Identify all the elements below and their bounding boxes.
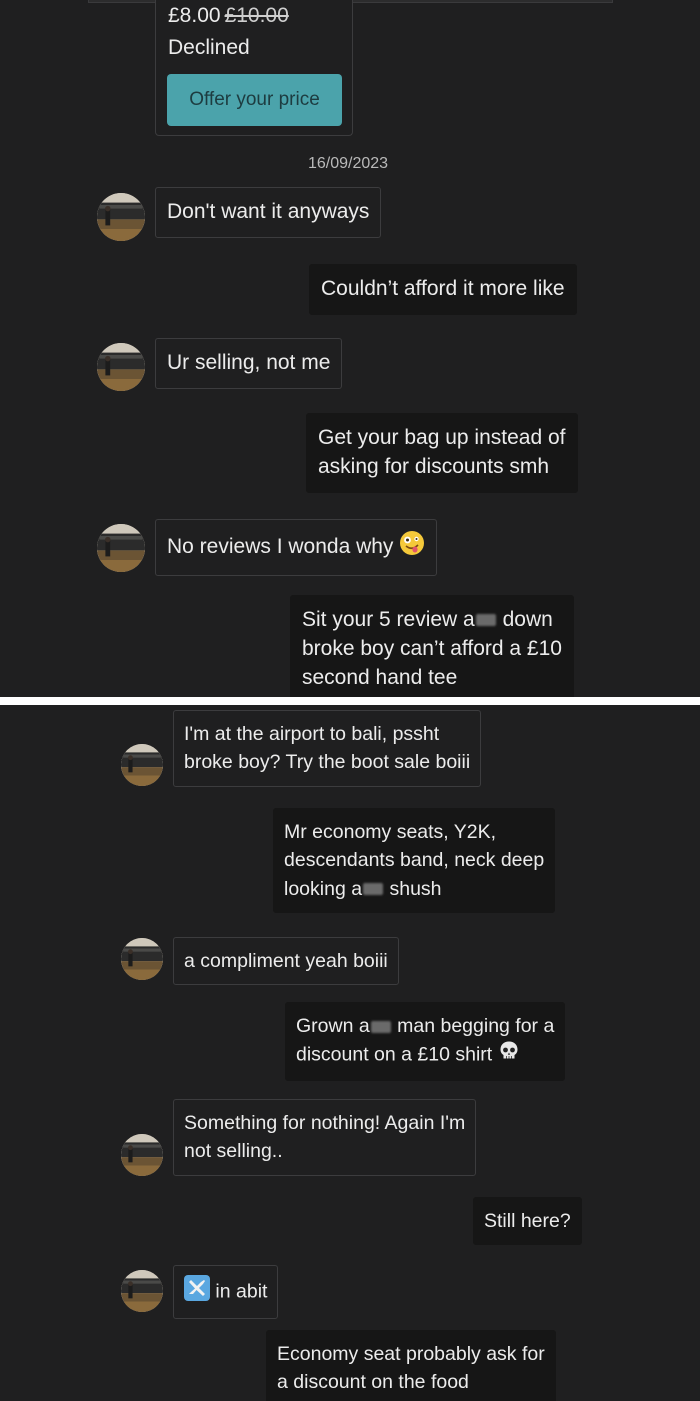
message-text-line: I'm at the airport to bali, pssht	[184, 723, 440, 745]
message-bubble-received: Something for nothing! Again I'm not sel…	[173, 1099, 477, 1176]
message-text-line: Something for nothing! Again I'm	[184, 1112, 466, 1134]
redaction-blur	[363, 883, 384, 896]
offer-price-new: £8.00	[168, 4, 221, 27]
message-text-line: Mr economy seats, Y2K,	[284, 821, 497, 843]
avatar[interactable]	[121, 1134, 163, 1176]
message-bubble-received: Don't want it anyways	[155, 187, 382, 238]
message-bubble-received: Ur selling, not me	[155, 338, 343, 389]
offer-price-old: £10.00	[224, 4, 289, 27]
chat-screenshot-bottom: I'm at the airport to bali, pssht broke …	[0, 705, 700, 1401]
message-text: No reviews I wonda why	[167, 535, 394, 559]
avatar-image	[121, 938, 163, 980]
message-text: in abit	[215, 1280, 268, 1303]
message-text-line: broke boy can’t afford a £10	[302, 636, 562, 660]
message-text-line: broke boy? Try the boot sale boiii	[184, 751, 471, 774]
avatar[interactable]	[97, 524, 145, 572]
skull-emoji-icon	[498, 1040, 520, 1070]
message-text-line: Economy seat probably ask for	[277, 1343, 545, 1365]
message-text-fragment: Sit your 5 review a	[302, 608, 475, 631]
message-text-fragment: looking a	[284, 877, 363, 900]
avatar[interactable]	[97, 343, 145, 391]
message-text-line: second hand tee	[302, 665, 458, 689]
message-text-fragment: discount on a £10 shirt	[296, 1043, 493, 1066]
chat-screenshot-top: £8.00 £10.00 Declined Offer your price 16…	[0, 0, 700, 697]
avatar-image	[97, 524, 145, 572]
message-text: a compliment yeah boiii	[184, 950, 388, 972]
avatar[interactable]	[97, 193, 145, 241]
message-text-line: asking for discounts smh	[318, 454, 550, 478]
offer-your-price-button[interactable]: Offer your price	[167, 74, 342, 126]
message-text: Don't want it anyways	[167, 200, 370, 223]
avatar[interactable]	[121, 744, 163, 786]
zany-face-emoji-icon	[399, 530, 425, 565]
offer-card: £8.00 £10.00 Declined Offer your price	[155, 0, 353, 136]
avatar-image	[97, 343, 145, 391]
message-text-line: descendants band, neck deep	[284, 849, 545, 872]
message-text: Ur selling, not me	[167, 351, 331, 374]
message-text-line: discount on a £10 shirt	[296, 1040, 554, 1070]
message-bubble-received: a compliment yeah boiii	[173, 937, 399, 986]
message-text-line: Get your bag up instead of	[318, 426, 566, 449]
avatar[interactable]	[121, 1270, 163, 1312]
message-bubble-received: No reviews I wonda why	[155, 519, 438, 576]
offer-price: £8.00 £10.00	[168, 4, 289, 28]
message-text-line: looking a shush	[284, 875, 544, 903]
message-bubble-sent: Mr economy seats, Y2K, descendants band,…	[273, 808, 556, 913]
message-bubble-sent: Grown a man begging for a discount on a …	[285, 1002, 566, 1081]
message-text-fragment: shush	[389, 877, 442, 900]
message-text-line: Sit your 5 review a down	[302, 606, 562, 635]
message-text: Couldn’t afford it more like	[321, 277, 565, 300]
avatar[interactable]	[121, 938, 163, 980]
message-text-fragment: man begging for a	[397, 1015, 555, 1037]
message-text-line: a discount on the food	[277, 1371, 469, 1394]
message-bubble-sent: Still here?	[473, 1197, 582, 1246]
message-bubble-sent: Couldn’t afford it more like	[309, 264, 577, 315]
message-text-line: Grown a man begging for a	[296, 1012, 554, 1040]
redaction-blur	[370, 1020, 391, 1033]
avatar-image	[97, 193, 145, 241]
avatar-image	[121, 744, 163, 786]
avatar-image	[121, 1270, 163, 1312]
message-text: Still here?	[484, 1210, 571, 1232]
message-text-fragment: down	[502, 608, 553, 631]
message-bubble-received: I'm at the airport to bali, pssht broke …	[173, 710, 482, 787]
avatar-image	[121, 1134, 163, 1176]
message-bubble-sent: Get your bag up instead of asking for di…	[306, 413, 578, 493]
date-separator: 16/09/2023	[308, 155, 389, 172]
message-bubble-sent: Sit your 5 review a down broke boy can’t…	[290, 595, 574, 697]
message-text-line: not selling..	[184, 1140, 283, 1163]
message-text-fragment: Grown a	[296, 1015, 370, 1037]
airplane-emoji-icon	[184, 1275, 210, 1309]
message-bubble-sent: Economy seat probably ask for a discount…	[266, 1330, 556, 1401]
offer-status: Declined	[168, 36, 250, 59]
message-bubble-received: in abit	[173, 1265, 279, 1320]
redaction-blur	[475, 614, 496, 627]
